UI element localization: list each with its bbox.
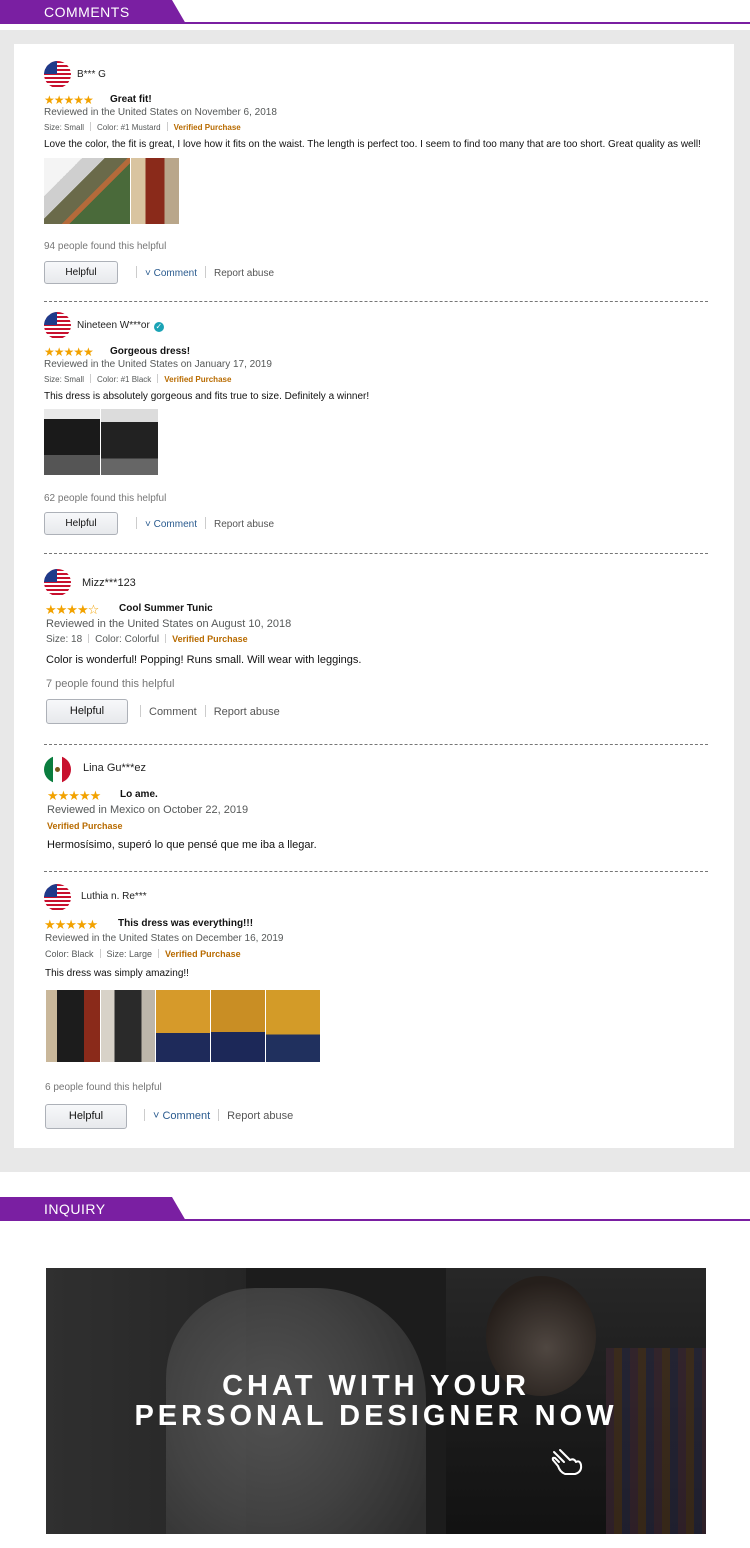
us-flag-icon: [44, 569, 71, 596]
review-date: Reviewed in the United States on Decembe…: [45, 933, 284, 944]
review-attributes: Size: Small Color: #1 Mustard Verified Pur…: [44, 122, 241, 132]
reviewer-name: Mizz***123: [82, 577, 136, 589]
banner-headline-line1: CHAT WITH YOUR: [222, 1370, 530, 1402]
report-abuse-link[interactable]: Report abuse: [214, 268, 274, 279]
verified-purchase-badge: Verified Purchase: [47, 821, 123, 831]
comments-title: COMMENTS: [44, 4, 130, 20]
helpful-button[interactable]: Helpful: [46, 699, 128, 724]
helpful-count: 7 people found this helpful: [46, 678, 175, 690]
review-divider: [44, 744, 708, 745]
banner-headline-line2: PERSONAL DESIGNER NOW: [134, 1400, 618, 1432]
comment-link[interactable]: Comment: [149, 706, 197, 718]
helpful-count: 6 people found this helpful: [45, 1082, 162, 1093]
comment-link[interactable]: ˅ Comment: [145, 268, 197, 279]
review-divider: [44, 553, 708, 554]
review-actions: ˅ Comment Report abuse: [128, 266, 274, 279]
comment-link[interactable]: ˅ Comment: [153, 1110, 210, 1122]
mexico-flag-icon: [44, 756, 71, 783]
comments-section-header: COMMENTS: [0, 0, 750, 30]
review-actions: ˅ Comment Report abuse: [136, 1109, 293, 1122]
review-title[interactable]: Great fit!: [110, 94, 152, 105]
review-actions: ˅ Comment Report abuse: [128, 517, 274, 530]
star-rating: ★★★★☆: [45, 602, 99, 617]
review-body: This dress was simply amazing!!: [45, 968, 189, 979]
review-title[interactable]: Lo ame.: [120, 789, 158, 800]
review-body: Color is wonderful! Popping! Runs small.…: [46, 654, 362, 666]
review-photo[interactable]: [211, 990, 265, 1062]
reviewer-name: Lina Gu***ez: [83, 762, 146, 774]
verified-purchase-badge: Verified Purchase: [164, 375, 232, 384]
verified-check-icon: ✓: [153, 322, 164, 332]
review-attributes: Color: Black Size: Large Verified Purchase: [45, 949, 241, 959]
chat-designer-banner[interactable]: CHAT WITH YOUR PERSONAL DESIGNER NOW: [46, 1268, 706, 1534]
color-label: Color: Black: [45, 949, 94, 959]
review-title[interactable]: Gorgeous dress!: [110, 346, 190, 357]
review-photos: [46, 990, 320, 1062]
reviews-card: B*** G ★★★★★ Great fit! Reviewed in the …: [14, 44, 734, 1148]
review-date: Reviewed in Mexico on October 22, 2019: [47, 804, 249, 816]
review-attributes: Size: 18 Color: Colorful Verified Purchase: [46, 634, 248, 645]
reviewer-name: B*** G: [77, 69, 106, 80]
star-rating: ★★★★★: [44, 345, 94, 359]
review-attributes: Verified Purchase: [47, 821, 123, 831]
review-photos: [44, 158, 179, 224]
verified-purchase-badge: Verified Purchase: [173, 123, 241, 132]
review-actions: Comment Report abuse: [132, 705, 280, 718]
review-photo[interactable]: [266, 990, 320, 1062]
review-divider: [44, 301, 708, 302]
review-body: Hermosísimo, superó lo que pensé que me …: [47, 839, 317, 851]
helpful-button[interactable]: Helpful: [45, 1104, 127, 1129]
report-abuse-link[interactable]: Report abuse: [214, 519, 274, 530]
review-date: Reviewed in the United States on January…: [44, 359, 272, 370]
reviewer-name: Luthia n. Re***: [81, 891, 147, 902]
review-title[interactable]: This dress was everything!!!: [118, 918, 253, 929]
us-flag-icon: [44, 884, 71, 911]
review-date: Reviewed in the United States on Novembe…: [44, 107, 277, 118]
color-label: Color: Colorful: [95, 634, 160, 645]
verified-purchase-badge: Verified Purchase: [165, 949, 241, 959]
star-rating: ★★★★★: [47, 788, 101, 803]
report-abuse-link[interactable]: Report abuse: [214, 706, 280, 718]
size-label: Size: Large: [106, 949, 153, 959]
review-attributes: Size: Small Color: #1 Black Verified Purch…: [44, 374, 231, 384]
us-flag-icon: [44, 61, 71, 88]
us-flag-icon: [44, 312, 71, 339]
review-body: This dress is absolutely gorgeous and fi…: [44, 391, 370, 402]
helpful-button[interactable]: Helpful: [44, 261, 118, 284]
inquiry-section-header: INQUIRY: [0, 1197, 750, 1227]
review-divider: [44, 871, 708, 872]
star-rating: ★★★★★: [44, 93, 94, 107]
review-body: Love the color, the fit is great, I love…: [44, 139, 701, 150]
review-photo[interactable]: [46, 990, 100, 1062]
color-label: Color: #1 Mustard: [97, 123, 161, 132]
review-photo[interactable]: [131, 158, 179, 224]
helpful-count: 94 people found this helpful: [44, 241, 167, 252]
review-photo[interactable]: [101, 409, 158, 475]
review-photo[interactable]: [156, 990, 210, 1062]
review-date: Reviewed in the United States on August …: [46, 618, 292, 630]
review-photo[interactable]: [44, 409, 100, 475]
helpful-button[interactable]: Helpful: [44, 512, 118, 535]
comment-link[interactable]: ˅ Comment: [145, 519, 197, 530]
review-title[interactable]: Cool Summer Tunic: [119, 603, 213, 614]
star-rating: ★★★★★: [44, 917, 98, 932]
reviewer-name: Nineteen W***or ✓: [77, 320, 164, 332]
report-abuse-link[interactable]: Report abuse: [227, 1110, 293, 1122]
helpful-count: 62 people found this helpful: [44, 493, 167, 504]
size-label: Size: 18: [46, 634, 83, 645]
hand-pointer-icon[interactable]: [550, 1446, 584, 1476]
inquiry-title: INQUIRY: [44, 1201, 106, 1217]
size-label: Size: Small: [44, 123, 85, 132]
review-photo[interactable]: [101, 990, 155, 1062]
size-label: Size: Small: [44, 375, 85, 384]
review-photo[interactable]: [44, 158, 130, 224]
color-label: Color: #1 Black: [97, 375, 152, 384]
verified-purchase-badge: Verified Purchase: [172, 634, 248, 644]
review-photos: [44, 409, 158, 475]
